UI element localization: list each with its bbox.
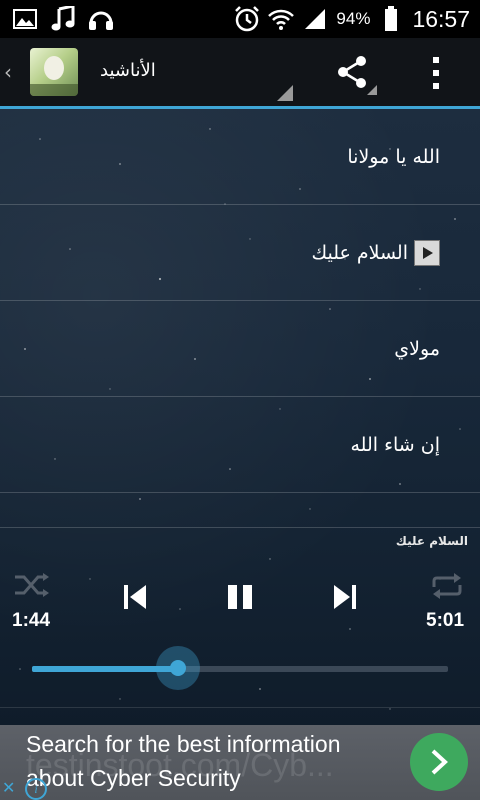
now-playing-icon bbox=[414, 239, 440, 266]
track-title: مولاي bbox=[394, 337, 440, 360]
total-duration: 5:01 bbox=[426, 610, 465, 631]
shuffle-icon[interactable] bbox=[14, 572, 50, 602]
share-icon[interactable] bbox=[334, 54, 370, 90]
share-spinner-indicator-icon bbox=[367, 85, 377, 95]
list-item[interactable]: الله يا مولانا bbox=[0, 109, 480, 205]
now-playing-title: السلام عليك bbox=[395, 534, 468, 548]
wifi-icon bbox=[268, 6, 295, 32]
action-bar: ‹ الأناشيد bbox=[0, 38, 480, 109]
image-icon bbox=[12, 6, 38, 32]
elapsed-time: 1:44 bbox=[12, 610, 51, 631]
chevron-right-icon bbox=[431, 749, 448, 775]
ad-info-icon[interactable]: i bbox=[25, 778, 47, 800]
seek-thumb[interactable] bbox=[155, 646, 200, 690]
battery-percent: 94% bbox=[336, 9, 371, 28]
app-logo[interactable] bbox=[30, 48, 78, 96]
page-title[interactable]: الأناشيد bbox=[100, 60, 156, 81]
spinner-indicator-icon bbox=[277, 85, 293, 101]
list-item[interactable]: السلام عليك bbox=[0, 205, 480, 301]
more-vert-icon[interactable] bbox=[430, 56, 442, 90]
music-note-icon bbox=[50, 6, 76, 32]
pause-button[interactable] bbox=[226, 583, 254, 615]
alarm-icon bbox=[234, 6, 260, 32]
battery-icon bbox=[378, 6, 404, 32]
list-item[interactable]: مولاي bbox=[0, 301, 480, 397]
ad-subline[interactable]: about Cyber Security bbox=[26, 765, 241, 792]
divider bbox=[0, 707, 480, 708]
headphones-icon bbox=[88, 6, 114, 32]
divider bbox=[0, 527, 480, 528]
track-title: السلام عليك bbox=[311, 241, 408, 264]
repeat-icon[interactable] bbox=[430, 573, 464, 603]
list-item[interactable]: إن شاء الله bbox=[0, 397, 480, 493]
ad-close-icon[interactable]: ✕ bbox=[2, 778, 22, 798]
ad-go-button[interactable] bbox=[410, 733, 468, 791]
seek-bar[interactable] bbox=[32, 646, 448, 690]
ad-banner[interactable]: testinstoot.com/Cyb... Search for the be… bbox=[0, 725, 480, 800]
status-bar: 94% 16:57 bbox=[0, 0, 480, 38]
previous-button[interactable] bbox=[122, 583, 148, 615]
back-chevron-icon[interactable]: ‹ bbox=[4, 60, 12, 84]
track-title: إن شاء الله bbox=[350, 433, 441, 456]
signal-icon bbox=[302, 6, 328, 32]
ad-headline[interactable]: Search for the best information bbox=[26, 731, 341, 758]
track-title: الله يا مولانا bbox=[347, 145, 440, 168]
next-button[interactable] bbox=[332, 583, 358, 615]
playlist: الله يا مولانا السلام عليك مولاي إن شاء … bbox=[0, 109, 480, 493]
player-content: الله يا مولانا السلام عليك مولاي إن شاء … bbox=[0, 109, 480, 729]
clock: 16:57 bbox=[412, 5, 470, 32]
